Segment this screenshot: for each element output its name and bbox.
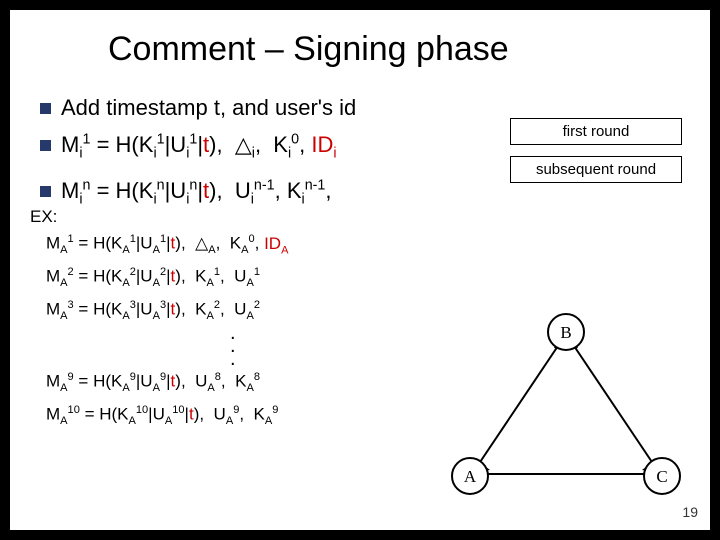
example-line-9: MA9 = H(KA9|UA9|t), UA8, KA8 [46,366,288,399]
bullet-2-text: Mi1 = H(Ki1|Ui1|t), △i, Ki0, IDi [61,132,337,157]
slide-title: Comment – Signing phase [108,30,509,69]
graph-triangle: B A C [442,304,690,504]
bullet-icon [40,103,51,114]
slide-number: 19 [682,504,698,520]
bullet-1-text: Add timestamp t, and user's id [61,95,356,120]
example-line-1: MA1 = H(KA1|UA1|t), △A, KA0, IDA [46,228,288,261]
node-b-label: B [560,323,571,342]
label-subsequent-round: subsequent round [510,156,682,183]
label-first-round: first round [510,118,682,145]
bullet-2: Mi1 = H(Ki1|Ui1|t), △i, Ki0, IDi [40,126,356,168]
example-block: EX: MA1 = H(KA1|UA1|t), △A, KA0, IDA MA2… [30,206,288,432]
edge-bc [566,334,660,474]
ellipsis: ... [230,327,288,366]
bullet-list: Add timestamp t, and user's id Mi1 = H(K… [40,90,356,217]
slide: Comment – Signing phase Add timestamp t,… [10,10,710,530]
node-a-label: A [464,467,477,486]
node-c-label: C [656,467,667,486]
edge-ab [472,334,566,474]
bullet-3-text: Min = H(Kin|Uin|t), Uin-1, Kin-1, [61,178,331,203]
example-line-3: MA3 = H(KA3|UA3|t), KA2, UA2 [46,294,288,327]
example-header: EX: [30,206,288,228]
example-line-2: MA2 = H(KA2|UA2|t), KA1, UA1 [46,261,288,294]
example-line-10: MA10 = H(KA10|UA10|t), UA9, KA9 [46,399,288,432]
graph-svg: B A C [442,304,690,504]
bullet-icon [40,186,51,197]
bullet-1: Add timestamp t, and user's id [40,94,356,122]
bullet-icon [40,140,51,151]
